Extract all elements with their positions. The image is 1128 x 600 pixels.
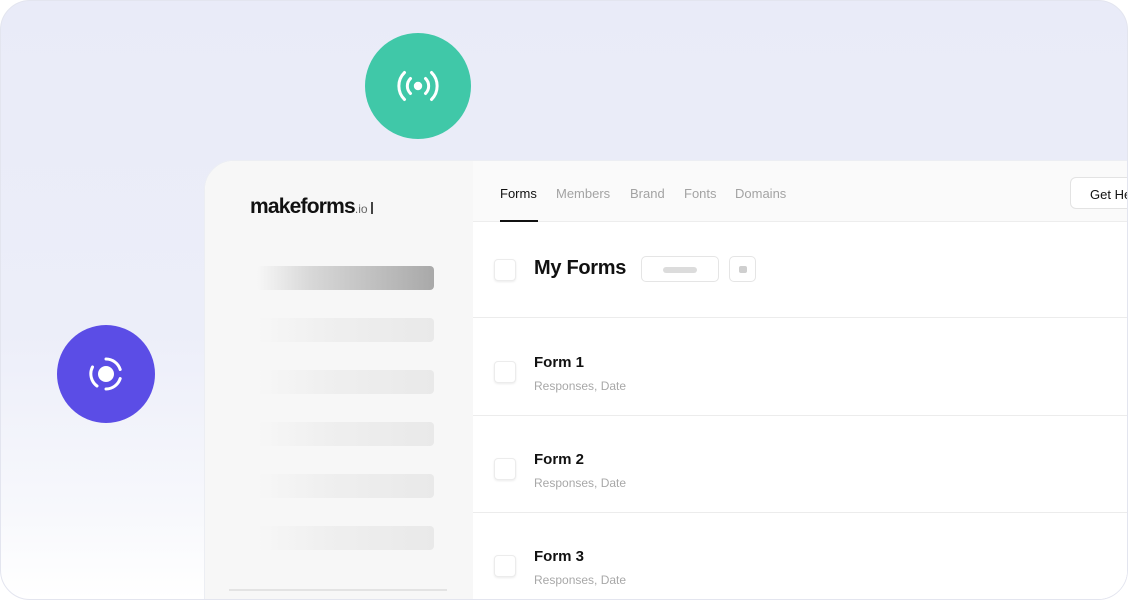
options-button[interactable] bbox=[729, 256, 756, 282]
hero-frame: makeforms.io Forms Members Brand Fonts D… bbox=[0, 0, 1128, 600]
main-content: Forms Members Brand Fonts Domains Get He… bbox=[473, 161, 1127, 599]
form-meta: Responses, Date bbox=[534, 476, 627, 490]
row-checkbox[interactable] bbox=[494, 555, 516, 577]
sidebar-item-placeholder[interactable] bbox=[257, 370, 434, 394]
logo-cursor bbox=[370, 202, 373, 214]
page-title: My Forms bbox=[534, 257, 627, 279]
options-placeholder bbox=[739, 266, 747, 273]
table-row[interactable]: Form 3 Responses, Date bbox=[473, 513, 1127, 599]
sidebar-item-placeholder[interactable] bbox=[257, 526, 434, 550]
sidebar: makeforms.io bbox=[205, 161, 473, 599]
table-row[interactable]: Form 1 Responses, Date bbox=[473, 319, 1127, 416]
sidebar-divider bbox=[229, 589, 447, 591]
filter-pill-placeholder bbox=[663, 267, 697, 273]
form-name: Form 1 bbox=[534, 354, 585, 371]
makeforms-logo[interactable]: makeforms.io bbox=[250, 195, 373, 219]
logo-name: makeforms bbox=[250, 195, 356, 218]
form-meta: Responses, Date bbox=[534, 573, 627, 587]
filter-pill[interactable] bbox=[641, 256, 719, 282]
sidebar-item-placeholder[interactable] bbox=[257, 474, 434, 498]
broadcast-badge bbox=[365, 33, 471, 139]
row-checkbox[interactable] bbox=[494, 458, 516, 480]
select-all-checkbox[interactable] bbox=[494, 259, 516, 281]
sidebar-item-placeholder[interactable] bbox=[257, 266, 434, 290]
live-record-badge bbox=[57, 325, 155, 423]
tab-fonts[interactable]: Fonts bbox=[684, 186, 717, 201]
logo-suffix: .io bbox=[354, 202, 368, 216]
forms-header: My Forms bbox=[473, 222, 1127, 318]
table-row[interactable]: Form 2 Responses, Date bbox=[473, 416, 1127, 513]
sidebar-item-placeholder[interactable] bbox=[257, 318, 434, 342]
form-name: Form 2 bbox=[534, 451, 585, 468]
form-name: Form 3 bbox=[534, 548, 585, 565]
get-help-button[interactable]: Get He bbox=[1070, 177, 1127, 209]
live-record-icon bbox=[89, 357, 122, 391]
tab-domains[interactable]: Domains bbox=[735, 186, 786, 201]
tab-brand[interactable]: Brand bbox=[630, 186, 665, 201]
top-nav: Forms Members Brand Fonts Domains Get He bbox=[473, 161, 1127, 222]
tab-members[interactable]: Members bbox=[556, 186, 610, 201]
broadcast-icon bbox=[397, 71, 439, 101]
form-meta: Responses, Date bbox=[534, 379, 627, 393]
sidebar-item-placeholder[interactable] bbox=[257, 422, 434, 446]
row-checkbox[interactable] bbox=[494, 361, 516, 383]
tab-forms[interactable]: Forms bbox=[500, 186, 537, 201]
app-window: makeforms.io Forms Members Brand Fonts D… bbox=[204, 160, 1127, 599]
